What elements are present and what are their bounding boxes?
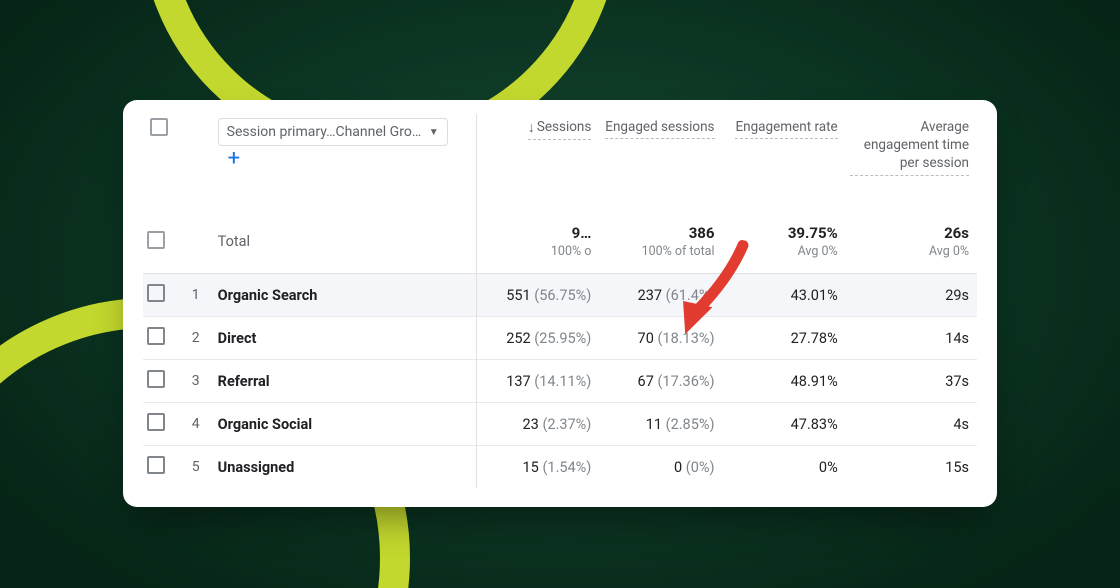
row-channel-name: Referral [214,360,477,403]
totals-avgtime-value: 26s [850,224,969,242]
row-engaged-pct: (61.4%) [666,287,715,304]
table-row[interactable]: 1Organic Search 551 (56.75%) 237 (61.4%) 43… [143,274,977,317]
row-index: 1 [179,274,213,317]
row-sessions-pct: (2.37%) [542,416,591,433]
col-avgtime-label[interactable]: Average engagement time per session [850,118,969,176]
totals-sessions-sub: 100% o [481,244,592,259]
row-avgtime: 14s [846,317,977,360]
row-index: 2 [179,317,213,360]
table-row[interactable]: 5Unassigned 15 (1.54%) 0 (0%) 0%15s [143,446,977,489]
row-index: 4 [179,403,213,446]
caret-down-icon: ▼ [429,127,439,138]
row-engagement: 48.91% [723,360,846,403]
row-engaged-pct: (0%) [686,459,715,476]
row-total-checkbox[interactable] [147,231,165,249]
row-engagement: 27.78% [723,317,846,360]
col-engaged-label[interactable]: Engaged sessions [605,118,714,139]
row-checkbox[interactable] [147,327,165,345]
row-sessions-value: 137 [506,373,530,390]
row-sessions-pct: (56.75%) [534,287,591,304]
row-sessions-pct: (25.95%) [534,330,591,347]
row-engagement: 0% [723,446,846,489]
row-checkbox[interactable] [147,370,165,388]
row-channel-name: Unassigned [214,446,477,489]
row-engaged-pct: (18.13%) [657,330,714,347]
row-engaged-value: 11 [646,416,662,433]
row-checkbox[interactable] [147,413,165,431]
col-sessions-label[interactable]: Sessions [537,119,592,135]
row-engaged-value: 0 [674,459,682,476]
row-channel-name: Direct [214,317,477,360]
totals-engaged-value: 386 [603,224,714,242]
table-row[interactable]: 2Direct 252 (25.95%) 70 (18.13%) 27.78%14s [143,317,977,360]
totals-label: Total [214,210,477,274]
row-avgtime: 29s [846,274,977,317]
totals-engagement-sub: Avg 0% [727,244,838,259]
totals-engagement-value: 39.75% [727,224,838,242]
row-channel-name: Organic Social [214,403,477,446]
row-sessions-value: 23 [523,416,539,433]
row-avgtime: 15s [846,446,977,489]
row-engaged-pct: (2.85%) [666,416,715,433]
dimension-picker-label: Session primary…Channel Group) [227,124,423,140]
row-engaged-pct: (17.36%) [657,373,714,390]
table-row[interactable]: 3Referral 137 (14.11%) 67 (17.36%) 48.91%37… [143,360,977,403]
row-avgtime: 4s [846,403,977,446]
dimension-picker[interactable]: Session primary…Channel Group) ▼ [218,118,448,146]
row-sessions-pct: (14.11%) [534,373,591,390]
totals-sessions-value: 9… [481,224,592,242]
row-engaged-value: 237 [638,287,662,304]
row-engagement: 47.83% [723,403,846,446]
row-sessions-value: 551 [506,287,530,304]
row-sessions-value: 252 [506,330,530,347]
totals-avgtime-sub: Avg 0% [850,244,969,259]
col-engagement-label[interactable]: Engagement rate [735,118,837,139]
row-avgtime: 37s [846,360,977,403]
row-channel-name: Organic Search [214,274,477,317]
row-sessions-pct: (1.54%) [542,459,591,476]
sort-desc-icon: ↓ [528,120,535,136]
row-index: 3 [179,360,213,403]
totals-engaged-sub: 100% of total [603,244,714,259]
channel-table: Session primary…Channel Group) ▼ + ↓Sess… [143,114,977,488]
table-row[interactable]: 4Organic Social 23 (2.37%) 11 (2.85%) 47.83… [143,403,977,446]
row-engagement: 43.01% [723,274,846,317]
row-engaged-value: 70 [638,330,654,347]
analytics-table-card: Session primary…Channel Group) ▼ + ↓Sess… [123,100,997,507]
row-sessions-value: 15 [523,459,539,476]
add-dimension-button[interactable]: + [228,146,240,171]
select-all-checkbox[interactable] [150,118,168,136]
row-checkbox[interactable] [147,284,165,302]
row-index: 5 [179,446,213,489]
row-engaged-value: 67 [638,373,654,390]
row-checkbox[interactable] [147,456,165,474]
